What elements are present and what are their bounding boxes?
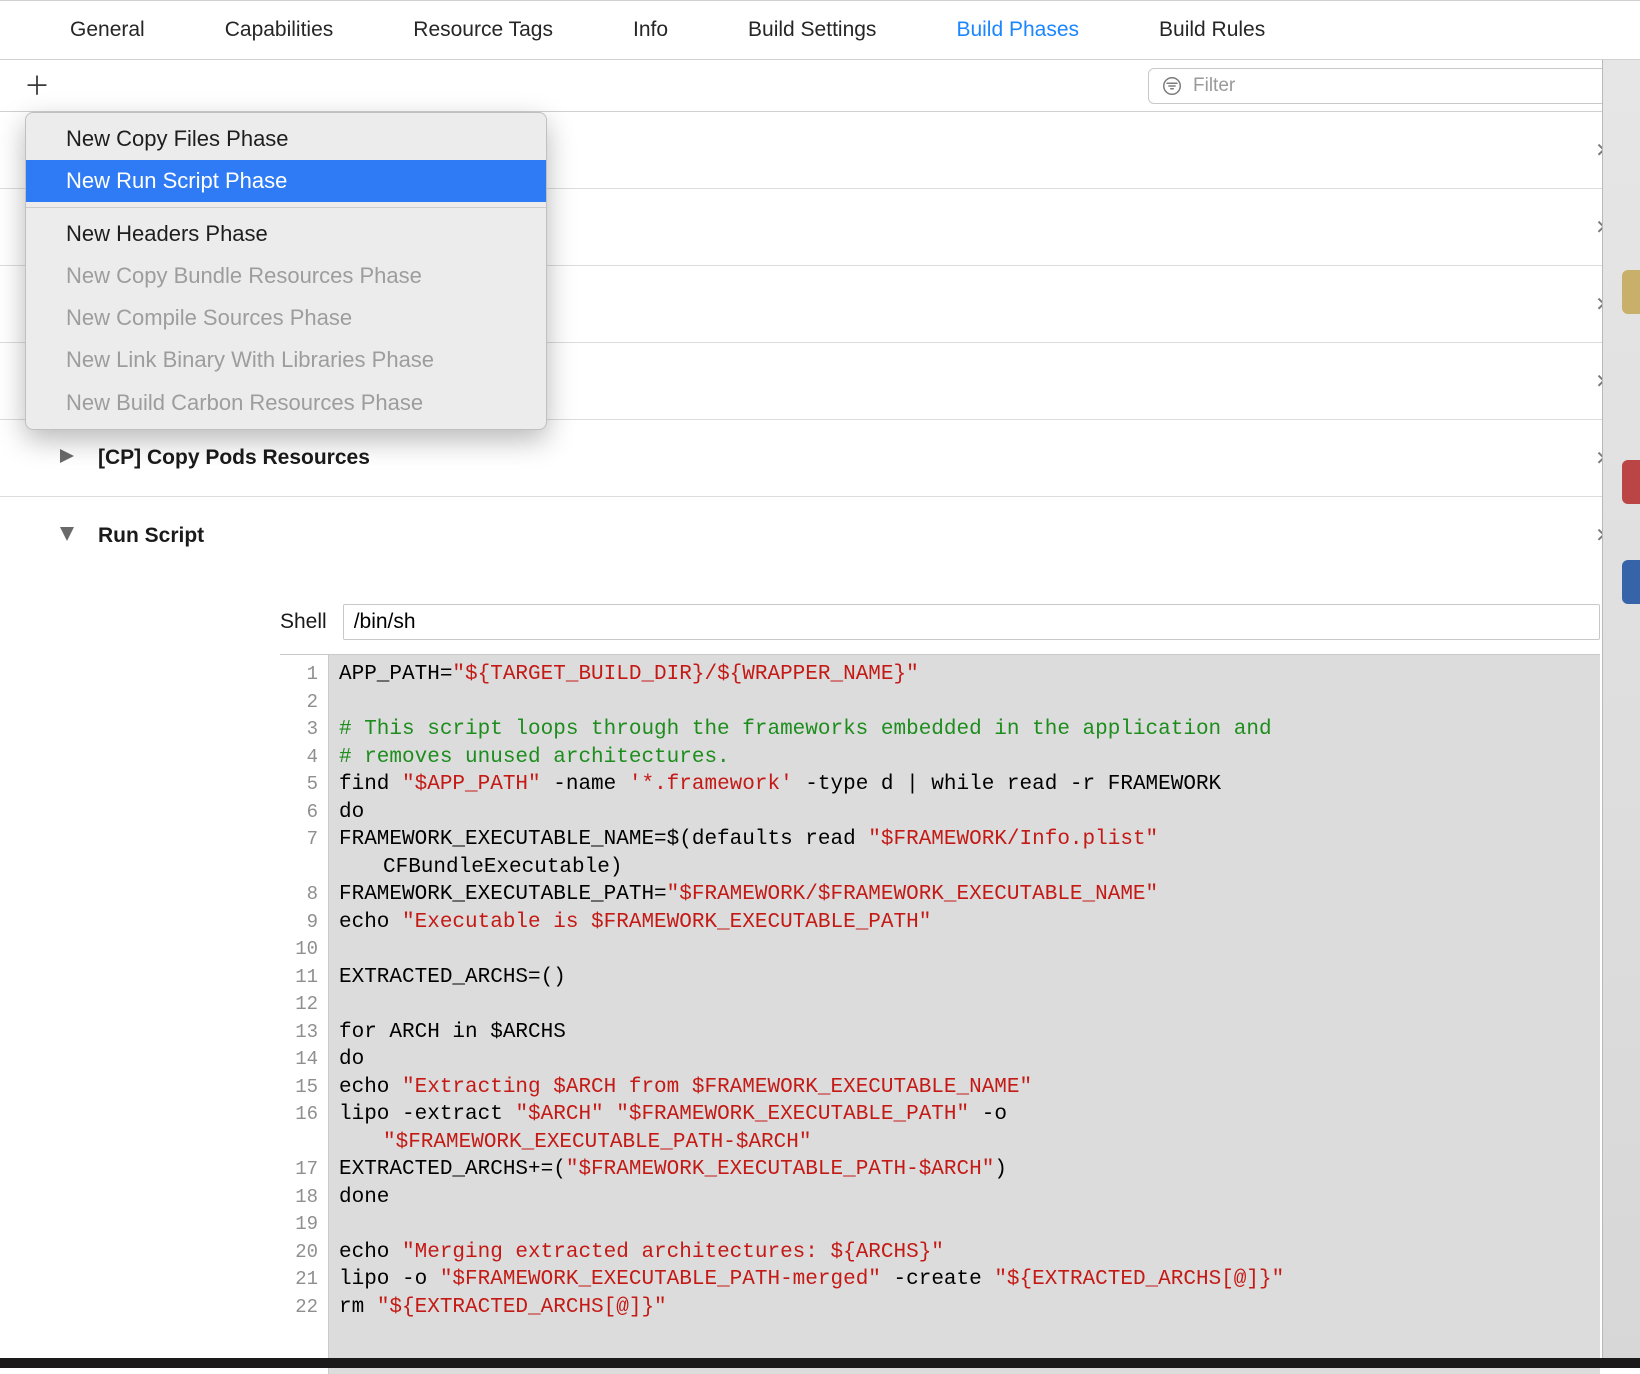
script-code[interactable]: APP_PATH="${TARGET_BUILD_DIR}/${WRAPPER_… (328, 655, 1600, 1374)
menu-item[interactable]: New Run Script Phase (26, 160, 546, 202)
build-phases-list: [CP] Copy Pods Resources ✕ Run Script ✕ … (0, 420, 1640, 1374)
marker (1622, 560, 1640, 604)
phase-title: Run Script (98, 524, 1595, 548)
add-phase-menu: New Copy Files PhaseNew Run Script Phase… (25, 112, 547, 430)
filter-icon (1161, 75, 1183, 97)
script-editor[interactable]: 12345678910111213141516171819202122 APP_… (280, 654, 1600, 1374)
bottom-bar (0, 1358, 1640, 1368)
shell-label: Shell (280, 610, 327, 634)
filter-field[interactable] (1148, 68, 1618, 104)
tab-bar: General Capabilities Resource Tags Info … (0, 0, 1640, 60)
marker (1622, 460, 1640, 504)
tab-capabilities[interactable]: Capabilities (185, 0, 374, 60)
phase-title: [CP] Copy Pods Resources (98, 446, 1595, 470)
chevron-right-icon (60, 448, 80, 468)
menu-item[interactable]: New Copy Files Phase (26, 118, 546, 160)
menu-item: New Compile Sources Phase (26, 297, 546, 339)
plus-icon: ＋ (24, 71, 50, 101)
run-script-body: Shell 1234567891011121314151617181920212… (0, 574, 1640, 1374)
phase-cp-copy-pods-resources[interactable]: [CP] Copy Pods Resources ✕ (0, 420, 1640, 497)
filter-input[interactable] (1193, 75, 1605, 97)
menu-item: New Build Carbon Resources Phase (26, 382, 546, 424)
menu-separator (26, 207, 546, 208)
tab-build-rules[interactable]: Build Rules (1119, 0, 1305, 60)
line-gutter: 12345678910111213141516171819202122 (280, 655, 328, 1374)
toolbar: ＋ (0, 60, 1640, 112)
tab-build-settings[interactable]: Build Settings (708, 0, 916, 60)
menu-item: New Link Binary With Libraries Phase (26, 339, 546, 381)
phase-run-script[interactable]: Run Script ✕ (0, 497, 1640, 574)
tab-info[interactable]: Info (593, 0, 708, 60)
menu-item: New Copy Bundle Resources Phase (26, 255, 546, 297)
scrollbar-track[interactable] (1602, 60, 1640, 1358)
marker (1622, 270, 1640, 314)
chevron-down-icon (60, 526, 80, 546)
shell-input[interactable] (343, 604, 1600, 640)
menu-item[interactable]: New Headers Phase (26, 213, 546, 255)
tab-general[interactable]: General (30, 0, 185, 60)
tab-build-phases[interactable]: Build Phases (916, 0, 1119, 60)
add-phase-button[interactable]: ＋ (24, 73, 52, 99)
tab-resource-tags[interactable]: Resource Tags (373, 0, 593, 60)
